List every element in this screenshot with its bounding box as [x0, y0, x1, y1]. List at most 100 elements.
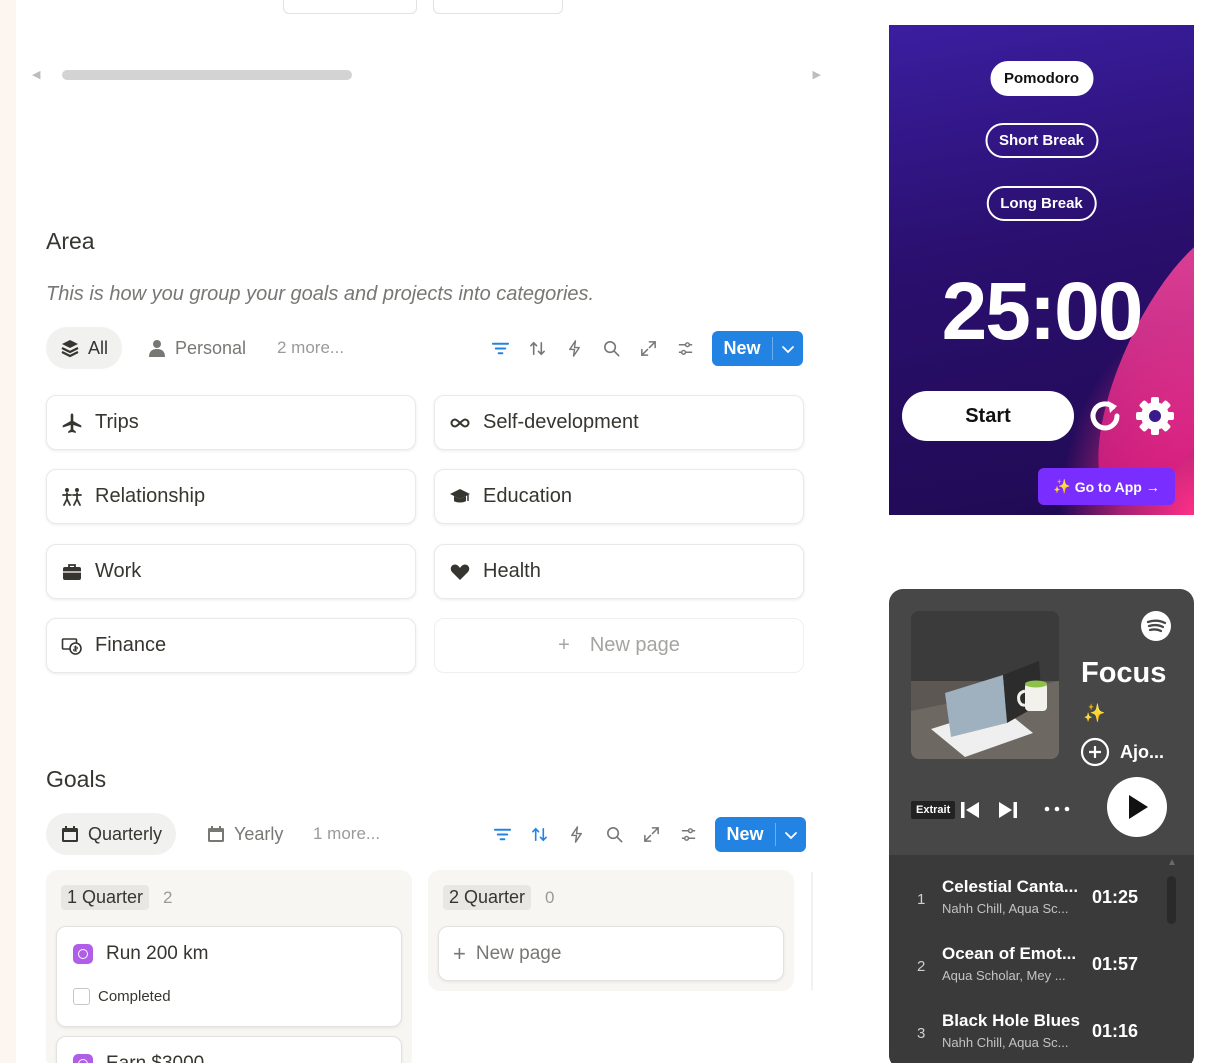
completed-checkbox-row[interactable]: Completed — [73, 988, 171, 1005]
goal-card-title-row: Run 200 km — [73, 943, 208, 965]
tab-yearly[interactable]: Yearly — [192, 813, 297, 855]
player-controls: Extrait — [911, 799, 1071, 821]
people-icon — [62, 487, 82, 506]
board-column-1-quarter: 1 Quarter 2 Run 200 km Completed Earn $3… — [46, 870, 412, 1063]
new-button[interactable]: New — [712, 331, 803, 366]
settings-sliders-icon[interactable] — [672, 335, 698, 361]
more-views-link[interactable]: 2 more... — [277, 327, 344, 369]
stack-icon — [61, 340, 79, 358]
tab-quarterly[interactable]: Quarterly — [46, 813, 177, 855]
area-card-work[interactable]: Work — [46, 544, 416, 599]
area-description: This is how you group your goals and pro… — [46, 283, 595, 305]
track-row[interactable]: 2 Ocean of Emot... Aqua Scholar, Mey ...… — [889, 936, 1179, 996]
sparkle-icon: ✨ — [1083, 703, 1106, 723]
track-number: 1 — [917, 891, 926, 908]
track-artist: Aqua Scholar, Mey ... — [942, 968, 1066, 983]
search-icon[interactable] — [598, 335, 624, 361]
tab-all[interactable]: All — [46, 327, 123, 369]
track-row[interactable]: 3 Black Hole Blues Nahh Chill, Aqua Sc..… — [889, 1003, 1179, 1063]
top-cut-card — [283, 0, 417, 14]
checkbox[interactable] — [73, 988, 90, 1005]
tab-personal[interactable]: Personal — [133, 327, 260, 369]
play-icon — [1129, 795, 1148, 819]
column-header: 2 Quarter 0 — [443, 885, 555, 910]
track-title: Ocean of Emot... — [942, 944, 1077, 963]
scroll-left-arrow-icon[interactable]: ◀ — [32, 68, 40, 82]
goal-title: Earn $3000 — [106, 1053, 204, 1063]
filter-icon[interactable] — [487, 335, 513, 361]
track-number: 3 — [917, 1025, 926, 1042]
new-button-label: New — [723, 338, 761, 358]
target-icon — [73, 1054, 93, 1063]
automation-lightning-icon[interactable] — [563, 821, 589, 847]
filter-icon[interactable] — [489, 821, 515, 847]
track-number: 2 — [917, 958, 926, 975]
add-circle-icon[interactable] — [1080, 737, 1110, 767]
next-track-icon[interactable] — [997, 799, 1019, 821]
area-card-finance[interactable]: Finance — [46, 618, 416, 673]
tracklist-scrollbar[interactable] — [1167, 876, 1176, 924]
track-row[interactable]: 1 Celestial Canta... Nahh Chill, Aqua Sc… — [889, 869, 1179, 929]
goals-title: Goals — [46, 766, 107, 792]
area-view-bar: All Personal 2 more... New — [46, 327, 806, 369]
track-title: Celestial Canta... — [942, 877, 1079, 896]
mode-short-break-button[interactable]: Short Break — [984, 123, 1099, 158]
chevron-down-icon[interactable] — [776, 817, 806, 852]
column-count: 0 — [545, 887, 555, 907]
checkbox-label: Completed — [98, 988, 171, 1005]
column-tag[interactable]: 2 Quarter — [443, 885, 532, 910]
track-artist: Nahh Chill, Aqua Sc... — [942, 901, 1069, 916]
card-label: Education — [483, 485, 572, 507]
artist-row: Ajo... — [1080, 737, 1164, 767]
settings-sliders-icon[interactable] — [675, 821, 701, 847]
goal-title: Run 200 km — [106, 943, 209, 964]
area-card-education[interactable]: Education — [434, 469, 804, 524]
more-options-icon[interactable] — [1043, 805, 1071, 815]
sort-icon[interactable] — [524, 335, 550, 361]
card-label: Health — [483, 560, 541, 582]
tab-label: Yearly — [234, 823, 284, 844]
album-cover-image[interactable] — [911, 611, 1059, 759]
area-card-health[interactable]: Health — [434, 544, 804, 599]
tab-label: All — [88, 337, 109, 358]
reset-icon[interactable] — [1084, 395, 1126, 437]
scroll-right-arrow-icon[interactable]: ▶ — [813, 68, 821, 82]
expand-icon[interactable] — [638, 821, 664, 847]
area-card-self-development[interactable]: Self-development — [434, 395, 804, 450]
plus-icon: + — [558, 634, 570, 656]
new-page-label: New page — [475, 942, 562, 964]
track-title: Black Hole Blues — [942, 1011, 1080, 1030]
chevron-down-icon[interactable] — [773, 331, 803, 366]
area-card-trips[interactable]: Trips — [46, 395, 416, 450]
go-to-app-button[interactable]: ✨ Go to App → — [1038, 468, 1175, 505]
mode-long-break-button[interactable]: Long Break — [986, 186, 1097, 221]
column-tag[interactable]: 1 Quarter — [61, 885, 150, 910]
go-to-app-label: Go to App → — [1074, 478, 1160, 495]
tab-label: Personal — [175, 337, 247, 358]
track-artist: Nahh Chill, Aqua Sc... — [942, 1035, 1069, 1050]
mode-pomodoro-button[interactable]: Pomodoro — [990, 61, 1093, 96]
scrollbar-thumb[interactable] — [62, 70, 352, 80]
graduation-cap-icon — [450, 488, 470, 502]
goal-card[interactable]: Run 200 km Completed — [56, 926, 402, 1027]
more-views-link[interactable]: 1 more... — [313, 813, 380, 855]
explicit-badge: Extrait — [911, 801, 956, 819]
area-new-page-button[interactable]: + New page — [434, 618, 804, 673]
column-new-page-button[interactable]: + New page — [438, 926, 784, 981]
goal-card[interactable]: Earn $3000 — [56, 1036, 402, 1063]
search-icon[interactable] — [601, 821, 627, 847]
area-card-relationship[interactable]: Relationship — [46, 469, 416, 524]
sort-icon[interactable] — [526, 821, 552, 847]
spotify-logo-icon[interactable] — [1141, 611, 1171, 641]
play-button[interactable] — [1107, 777, 1167, 837]
horizontal-scrollbar[interactable]: ◀ ▶ — [32, 66, 821, 84]
scroll-up-arrow-icon[interactable]: ▲ — [1167, 857, 1177, 868]
artist-name: Ajo... — [1120, 741, 1164, 762]
settings-gear-icon[interactable] — [1134, 395, 1176, 437]
expand-icon[interactable] — [635, 335, 661, 361]
new-button[interactable]: New — [715, 817, 806, 852]
automation-lightning-icon[interactable] — [561, 335, 587, 361]
column-count: 2 — [163, 887, 173, 907]
previous-track-icon[interactable] — [959, 799, 981, 821]
start-button[interactable]: Start — [902, 391, 1074, 441]
